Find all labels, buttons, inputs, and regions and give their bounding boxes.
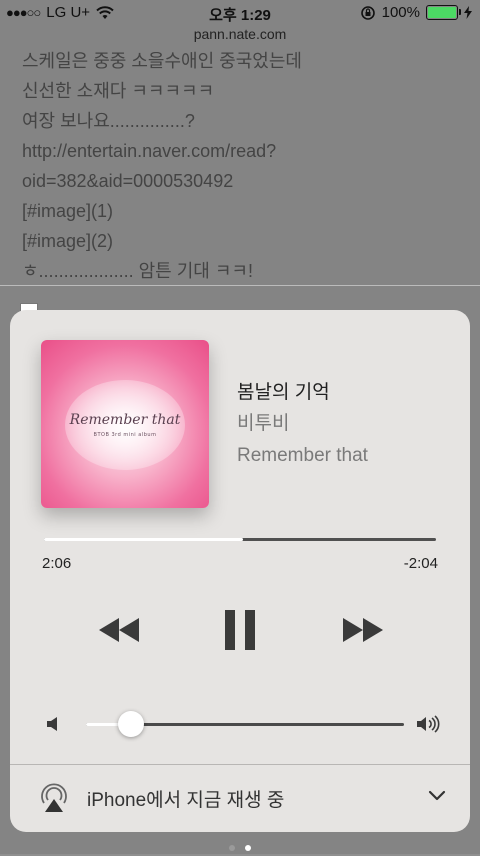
status-bar: ●●●○○ LG U+ 오후 1:29 100% — [0, 0, 480, 26]
page-dot[interactable] — [229, 845, 235, 851]
article-line: 신선한 소재다 ㅋㅋㅋㅋㅋ — [22, 81, 215, 101]
article-line: 여장 보나요...............? — [22, 111, 195, 131]
pause-icon — [225, 610, 255, 650]
volume-row — [46, 710, 446, 740]
track-title: 봄날의 기억 — [237, 382, 330, 403]
article-line: ㅎ................... 암튼 기대 ㅋㅋ! — [22, 261, 253, 281]
fast-forward-icon — [343, 618, 383, 642]
airplay-icon — [41, 783, 67, 812]
track-info: 봄날의 기억 비투비 Remember that — [237, 378, 368, 472]
chevron-down-icon[interactable] — [428, 790, 446, 802]
album-art-subtitle: BTOB 3rd mini album — [93, 432, 157, 438]
page-dot[interactable] — [245, 845, 251, 851]
volume-knob[interactable] — [117, 711, 144, 737]
airplay-row[interactable]: iPhone에서 지금 재생 중 — [10, 765, 470, 832]
now-playing-card: Remember that BTOB 3rd mini album 봄날의 기억… — [10, 310, 470, 832]
pause-button[interactable] — [220, 610, 260, 650]
volume-high-icon — [417, 715, 440, 733]
article-line: 스케일은 중중 소을수애인 중국었는데 — [22, 51, 302, 71]
airplay-label: iPhone에서 지금 재생 중 — [87, 790, 285, 811]
battery-percent: 100% — [381, 4, 420, 21]
article-link[interactable]: oid=382&aid=0000530492 — [22, 166, 462, 196]
page-indicator[interactable] — [0, 838, 480, 856]
rotation-lock-icon — [360, 5, 375, 20]
fast-forward-button[interactable] — [338, 610, 388, 650]
bolt-icon — [464, 6, 472, 19]
browser-url[interactable]: pann.nate.com — [0, 26, 480, 42]
article-link[interactable]: http://entertain.naver.com/read? — [22, 136, 462, 166]
battery-icon — [426, 5, 461, 20]
track-album: Remember that — [237, 445, 368, 466]
progress-bar[interactable] — [44, 538, 436, 541]
track-artist: 비투비 — [237, 413, 290, 434]
article-line: [#image](1) — [22, 201, 114, 221]
album-art-title: Remember that — [69, 412, 181, 428]
rewind-button[interactable] — [94, 610, 144, 650]
article-line: [#image](2) — [22, 231, 114, 251]
rewind-icon — [99, 618, 139, 642]
volume-slider[interactable] — [86, 711, 404, 737]
article-text: 스케일은 중중 소을수애인 중국었는데 신선한 소재다 ㅋㅋㅋㅋㅋ 여장 보나요… — [22, 46, 462, 286]
volume-low-icon — [47, 717, 57, 731]
progress-fill — [44, 538, 243, 541]
page-divider — [0, 285, 480, 286]
time-elapsed: 2:06 — [42, 555, 72, 572]
time-remaining: -2:04 — [403, 555, 438, 572]
album-art: Remember that BTOB 3rd mini album — [41, 340, 209, 508]
